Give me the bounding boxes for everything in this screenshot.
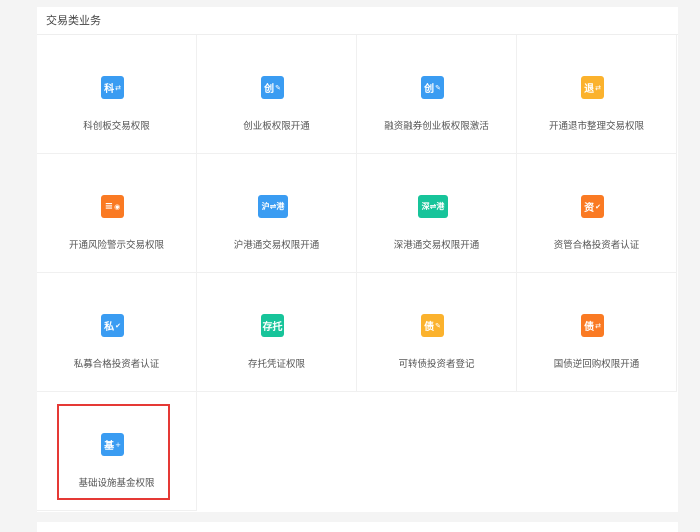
item-label: 科创板交易权限 xyxy=(83,121,150,132)
item-label: 可转债投资者登记 xyxy=(398,359,475,370)
item-label: 国债逆回购权限开通 xyxy=(553,359,640,370)
icon-text: 私 xyxy=(104,322,115,333)
icon-glyph: ⇄ xyxy=(115,83,121,92)
item-label: 资管合格投资者认证 xyxy=(553,240,640,251)
business-item-asset-mgmt-investor[interactable]: 资 ✔ 资管合格投资者认证 xyxy=(517,154,677,273)
business-item-margin-chinext[interactable]: 创 ✎ 融资融券创业板权限激活 xyxy=(357,35,517,154)
business-item-infra-fund[interactable]: 基 + 基础设施基金权限 xyxy=(37,392,197,511)
trading-business-panel: 交易类业务 科 ⇄ 科创板交易权限创 ✎ 创业板权限开通创 ✎ 融资融券创业板权限激活退 ⇄ 开… xyxy=(37,7,678,512)
business-item-treasury-repo[interactable]: 债 ⇄ 国债逆回购权限开通 xyxy=(517,273,677,392)
icon-glyph: ✎ xyxy=(435,321,441,330)
business-item-star-market[interactable]: 科 ⇄ 科创板交易权限 xyxy=(37,35,197,154)
item-label: 沪港通交易权限开通 xyxy=(233,240,320,251)
item-label: 创业板权限开通 xyxy=(243,121,310,132)
business-item-delisting[interactable]: 退 ⇄ 开通退市整理交易权限 xyxy=(517,35,677,154)
business-item-private-fund-investor[interactable]: 私 ✔ 私募合格投资者认证 xyxy=(37,273,197,392)
item-label: 存托凭证权限 xyxy=(247,359,305,370)
icon-text: 创 xyxy=(264,84,275,95)
icon-text: 科 xyxy=(104,84,115,95)
selection-highlight xyxy=(57,404,170,500)
star-market-icon: 科 ⇄ xyxy=(101,76,124,99)
margin-chinext-icon: 创 ✎ xyxy=(421,76,444,99)
item-label: 深港通交易权限开通 xyxy=(393,240,480,251)
icon-text: 沪⇌港 xyxy=(261,202,285,211)
icon-text: 资 xyxy=(584,203,595,214)
icon-text: 创 xyxy=(424,84,435,95)
business-item-depositary-receipt[interactable]: 存托存托凭证权限 xyxy=(197,273,357,392)
business-item-risk-warning[interactable]: ≡ ◉ 开通风险警示交易权限 xyxy=(37,154,197,273)
business-item-sz-hk-connect[interactable]: 深⇌港深港通交易权限开通 xyxy=(357,154,517,273)
treasury-repo-icon: 债 ⇄ xyxy=(581,314,604,337)
icon-text: 深⇌港 xyxy=(421,202,445,211)
business-item-sh-hk-connect[interactable]: 沪⇌港沪港通交易权限开通 xyxy=(197,154,357,273)
business-item-convertible-bond[interactable]: 债 ✎ 可转债投资者登记 xyxy=(357,273,517,392)
asset-mgmt-investor-icon: 资 ✔ xyxy=(581,195,604,218)
icon-glyph: ✎ xyxy=(275,83,281,92)
convertible-bond-icon: 债 ✎ xyxy=(421,314,444,337)
item-label: 开通风险警示交易权限 xyxy=(68,240,164,251)
icon-glyph: ⇄ xyxy=(595,83,601,92)
icon-glyph: ✔ xyxy=(115,321,121,330)
icon-text: 退 xyxy=(584,84,595,95)
business-grid: 科 ⇄ 科创板交易权限创 ✎ 创业板权限开通创 ✎ 融资融券创业板权限激活退 ⇄ 开通退市整理交… xyxy=(37,35,678,511)
icon-glyph: ⇄ xyxy=(595,321,601,330)
icon-glyph: ◉ xyxy=(114,202,121,211)
icon-text: 存托 xyxy=(262,322,283,333)
depositary-receipt-icon: 存托 xyxy=(261,314,284,337)
delisting-icon: 退 ⇄ xyxy=(581,76,604,99)
chinext-icon: 创 ✎ xyxy=(261,76,284,99)
icon-text: 债 xyxy=(424,322,435,333)
item-label: 开通退市整理交易权限 xyxy=(548,121,644,132)
sh-hk-connect-icon: 沪⇌港 xyxy=(258,195,288,218)
private-fund-investor-icon: 私 ✔ xyxy=(101,314,124,337)
icon-glyph: ✎ xyxy=(435,83,441,92)
section-title: 交易类业务 xyxy=(37,7,678,35)
business-item-chinext[interactable]: 创 ✎ 创业板权限开通 xyxy=(197,35,357,154)
icon-glyph: ✔ xyxy=(595,202,601,211)
item-label: 融资融券创业板权限激活 xyxy=(384,121,489,132)
icon-text: ≡ xyxy=(104,201,114,212)
risk-warning-icon: ≡ ◉ xyxy=(101,195,124,218)
icon-text: 债 xyxy=(584,322,595,333)
sz-hk-connect-icon: 深⇌港 xyxy=(418,195,448,218)
item-label: 私募合格投资者认证 xyxy=(73,359,160,370)
next-panel xyxy=(37,522,678,532)
